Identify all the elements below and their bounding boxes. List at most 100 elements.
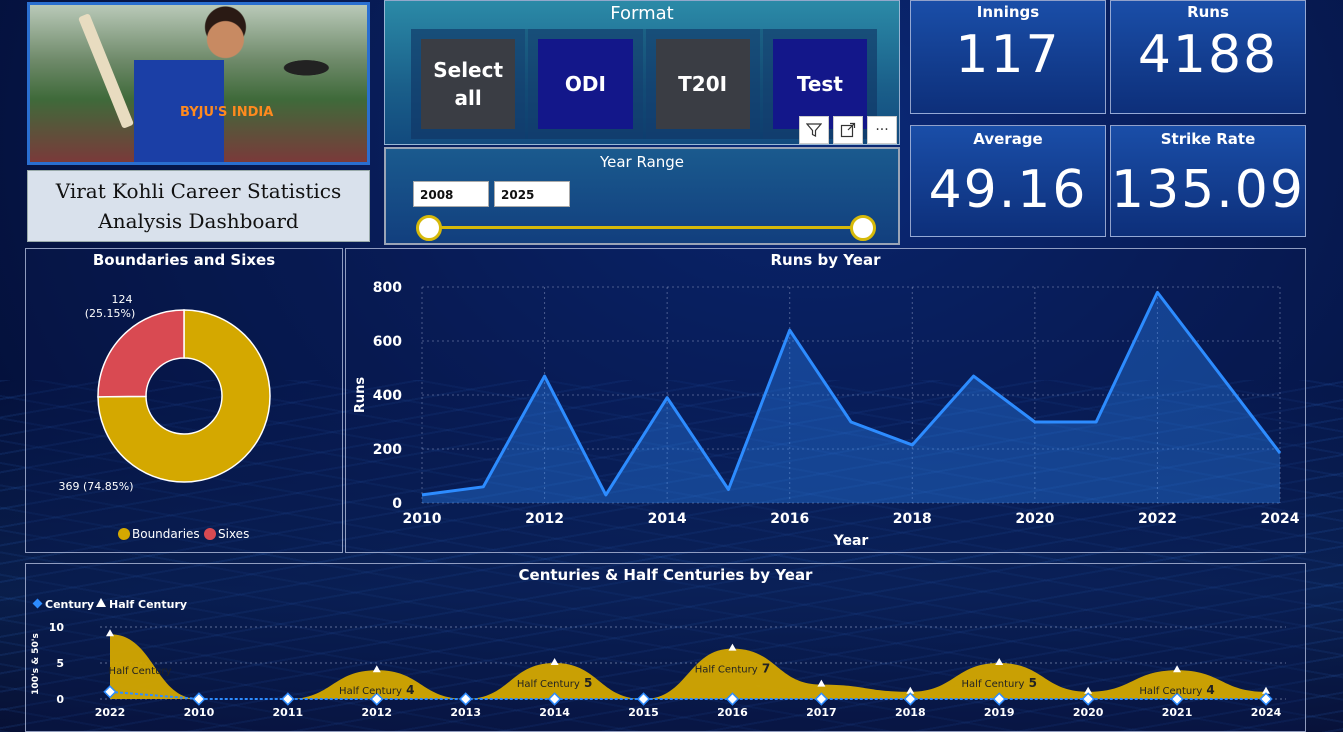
donut-chart-svg: 124(25.15%) 369 (74.85%) Boundaries Sixes — [58, 293, 271, 541]
kpi-runs-value: 4188 — [1137, 25, 1279, 85]
cent-x-tick-label: 2017 — [806, 706, 837, 719]
cent-x-tick-label: 2015 — [628, 706, 659, 719]
year-slider-track[interactable] — [430, 226, 864, 229]
donut-label-sixes-value: 124 — [112, 293, 133, 306]
kpi-innings-label: Innings — [976, 3, 1040, 21]
runs-by-year-chart: Runs by Year 0 200 400 600 800 2010 2012 2014 20… — [345, 248, 1306, 553]
centuries-chart: Centuries & Half Centuries by Year 0 5 10 2… — [25, 563, 1306, 732]
half-century-data-label: Half Century 4 — [1139, 683, 1214, 697]
legend-half-century-marker — [96, 598, 106, 607]
century-marker-2015 — [636, 692, 651, 706]
year-range-slicer: Year Range 2008 2025 — [384, 147, 900, 245]
dashboard-title-text: Virat Kohli Career Statistics Analysis D… — [55, 179, 342, 233]
cent-x-tick-label: 2010 — [184, 706, 215, 719]
kpi-strike-rate: Strike Rate 135.09 — [1110, 125, 1306, 237]
format-slicer-title: Format — [610, 3, 674, 24]
runs-x-tick-label: 2012 — [525, 511, 564, 527]
cent-y-tick-label: 5 — [56, 657, 64, 670]
runs-y-tick-label: 800 — [373, 280, 402, 296]
runs-x-tick-label: 2010 — [403, 511, 442, 527]
boundaries-sixes-chart: Boundaries and Sixes 124 (25.15%) 369 (74.… — [25, 248, 343, 553]
half-century-marker-2014 — [550, 658, 559, 665]
donut-slice-sixes — [97, 309, 185, 398]
half-century-marker-2012 — [372, 665, 381, 673]
cent-y-tick-label: 0 — [56, 693, 64, 706]
runs-x-axis-label: Year — [833, 533, 869, 549]
century-marker-2013 — [458, 692, 473, 706]
kpi-strike-rate-label: Strike Rate — [1160, 130, 1256, 148]
kpi-strike-rate-value: 135.09 — [1111, 160, 1305, 220]
kpi-runs-label: Runs — [1187, 3, 1229, 21]
cent-x-tick-label: 2021 — [1162, 706, 1193, 719]
runs-y-tick-label: 400 — [373, 388, 402, 404]
year-slider-start-handle[interactable] — [416, 215, 442, 241]
century-marker-2010 — [192, 692, 206, 706]
format-option-select-all[interactable]: Select all — [421, 39, 516, 129]
cent-x-tick-label: 2014 — [539, 706, 570, 719]
runs-x-tick-label: 2022 — [1138, 511, 1177, 527]
more-options-icon[interactable]: ··· — [867, 116, 897, 144]
year-range-title: Year Range — [599, 153, 685, 171]
half-century-marker-2017 — [817, 679, 826, 687]
half-century-marker-2019 — [995, 658, 1004, 665]
kpi-average-label: Average — [973, 130, 1043, 148]
runs-x-tick-label: 2016 — [770, 511, 809, 527]
filter-icon[interactable] — [799, 116, 829, 144]
cent-x-tick-label: 2013 — [450, 706, 481, 719]
jersey-text: BYJU'S INDIA — [180, 105, 274, 120]
focus-mode-icon[interactable] — [833, 116, 863, 144]
half-century-marker-2022 — [106, 629, 114, 637]
legend-century-label: Century — [45, 598, 94, 611]
half-century-data-label: Half Century — [109, 666, 172, 677]
cent-x-tick-label: 2024 — [1251, 706, 1282, 719]
centuries-chart-svg: 0 5 10 2022 2010 2011 2012 2013 2014 2015 2016 2017… — [31, 598, 1286, 719]
runs-chart-svg: 0 200 400 600 800 2010 2012 2014 2016 2018 2020 202… — [353, 280, 1300, 549]
half-century-data-label: Half Century 4 — [339, 683, 414, 697]
cent-x-tick-label: 2011 — [273, 706, 304, 719]
runs-x-tick-label: 2020 — [1015, 511, 1054, 527]
half-century-data-label: Half Century 7 — [695, 662, 770, 676]
century-marker-2011 — [281, 692, 295, 706]
half-century-data-label: Half Century 5 — [517, 676, 592, 690]
half-century-marker-2016 — [728, 643, 737, 651]
kpi-average-value: 49.16 — [928, 160, 1088, 220]
half-century-area — [110, 634, 1266, 699]
legend-label-sixes: Sixes — [218, 527, 249, 541]
donut-label-boundaries: 369 (74.85%) — [58, 480, 133, 493]
year-end-input[interactable]: 2025 — [494, 181, 570, 207]
legend-century-marker — [32, 598, 43, 609]
cent-y-axis-label: 100's & 50's — [31, 633, 41, 695]
format-option-t20i[interactable]: T20I — [655, 39, 750, 129]
legend-half-century-label: Half Century — [109, 598, 187, 611]
dashboard-title: Virat Kohli Career Statistics Analysis D… — [27, 170, 370, 242]
format-option-odi[interactable]: ODI — [538, 39, 633, 129]
kpi-average: Average 49.16 — [910, 125, 1106, 237]
cent-x-tick-label: 2018 — [895, 706, 926, 719]
runs-area-fill — [422, 292, 1280, 503]
runs-x-tick-label: 2018 — [893, 511, 932, 527]
cent-x-tick-label: 2016 — [717, 706, 748, 719]
kpi-innings: Innings 117 — [910, 0, 1106, 114]
cent-x-tick-label: 2022 — [95, 706, 126, 719]
half-century-marker-2021 — [1173, 665, 1182, 673]
kpi-runs: Runs 4188 — [1110, 0, 1306, 114]
kpi-innings-value: 117 — [955, 25, 1061, 85]
legend-marker-boundaries — [118, 528, 130, 540]
donut-label-sixes-pct: (25.15%) — [85, 307, 136, 320]
runs-y-axis-label: Runs — [353, 377, 368, 414]
year-start-input[interactable]: 2008 — [413, 181, 489, 207]
cricket-bat-graphic — [77, 13, 135, 129]
runs-x-tick-label: 2024 — [1261, 511, 1300, 527]
half-century-data-label: Half Century 5 — [962, 676, 1037, 690]
cent-x-tick-label: 2012 — [361, 706, 392, 719]
visual-toolbar: ··· — [799, 116, 897, 144]
year-slider-end-handle[interactable] — [850, 215, 876, 241]
runs-y-tick-label: 200 — [373, 442, 402, 458]
runs-y-tick-label: 0 — [392, 496, 402, 512]
cent-x-tick-label: 2020 — [1073, 706, 1104, 719]
cent-x-tick-label: 2019 — [984, 706, 1015, 719]
player-photo: BYJU'S INDIA — [27, 2, 370, 165]
runs-x-tick-label: 2014 — [648, 511, 687, 527]
runs-y-tick-label: 600 — [373, 334, 402, 350]
cent-y-tick-label: 10 — [49, 621, 65, 634]
